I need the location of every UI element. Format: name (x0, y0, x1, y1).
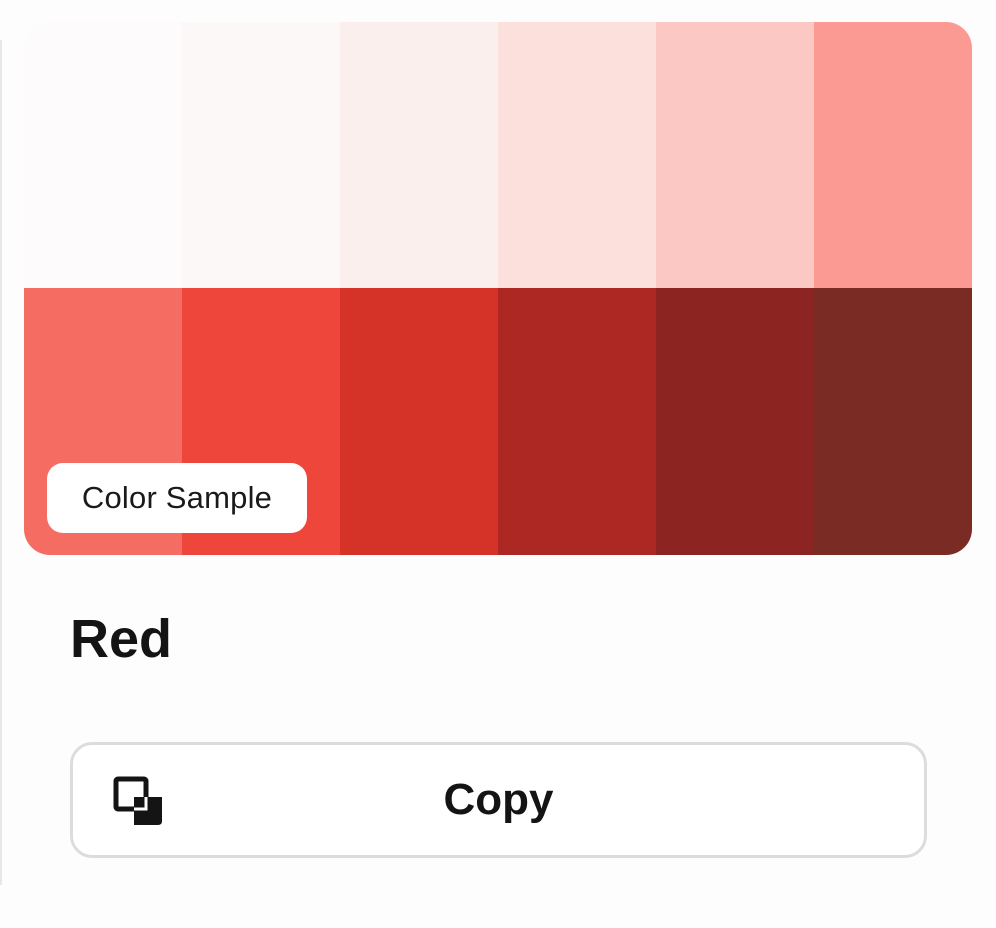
swatch-200 (340, 22, 498, 288)
swatch-1000 (814, 288, 972, 555)
copy-label: Copy (443, 775, 554, 824)
swatch-950 (656, 288, 814, 555)
panel-edge (0, 40, 2, 885)
copy-button[interactable]: Copy (70, 742, 927, 858)
swatch-900 (498, 288, 656, 555)
swatch-100 (182, 22, 340, 288)
swatch-500 (814, 22, 972, 288)
color-name-heading: Red (70, 609, 173, 669)
swatch-50 (24, 22, 182, 288)
swatch-400 (656, 22, 814, 288)
swatch-800 (340, 288, 498, 555)
color-sample-badge: Color Sample (47, 463, 307, 533)
swatch-300 (498, 22, 656, 288)
